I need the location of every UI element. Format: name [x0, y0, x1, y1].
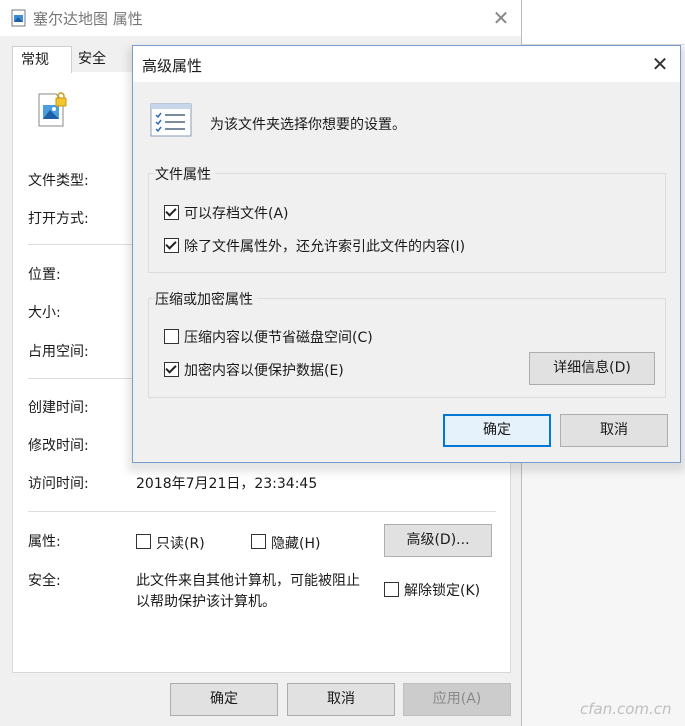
unblock-label[interactable]: 解除锁定(K) — [404, 580, 480, 600]
background-window-strip — [521, 0, 685, 45]
apply-button[interactable]: 应用(A) — [403, 683, 511, 716]
tab-security[interactable]: 安全 — [70, 46, 132, 72]
properties-titlebar: 塞尔达地图 属性 ✕ — [0, 0, 521, 36]
accessed-label: 访问时间: — [28, 476, 89, 492]
dialog-title: 高级属性 — [142, 57, 203, 75]
details-button[interactable]: 详细信息(D) — [529, 352, 655, 385]
close-icon[interactable]: ✕ — [645, 49, 675, 79]
attributes-label: 属性: — [28, 534, 61, 550]
checklist-icon — [150, 103, 192, 137]
tab-general[interactable]: 常规 — [12, 46, 72, 73]
hidden-label[interactable]: 隐藏(H) — [271, 533, 320, 553]
size-label: 大小: — [28, 305, 61, 321]
advanced-attributes-dialog: 高级属性 ✕ 为该文件夹选择你想要的设置。 文件属性 可以存档文件(A) 除了文… — [132, 45, 681, 463]
created-label: 创建时间: — [28, 400, 89, 416]
location-label: 位置: — [28, 267, 61, 283]
archive-label[interactable]: 可以存档文件(A) — [184, 203, 289, 223]
ok-button[interactable]: 确定 — [170, 683, 278, 716]
close-icon[interactable]: ✕ — [486, 3, 516, 33]
encrypt-checkbox[interactable] — [164, 362, 179, 377]
compress-checkbox[interactable] — [164, 329, 179, 344]
dialog-description: 为该文件夹选择你想要的设置。 — [210, 117, 406, 133]
unblock-checkbox[interactable] — [384, 582, 399, 597]
index-checkbox[interactable] — [164, 238, 179, 253]
window-title: 塞尔达地图 属性 — [33, 10, 143, 28]
watermark: cfan.com.cn — [580, 700, 672, 718]
file-attributes-group — [148, 173, 666, 273]
divider — [28, 511, 496, 512]
file-attributes-group-title: 文件属性 — [155, 164, 215, 184]
dialog-cancel-button[interactable]: 取消 — [560, 414, 668, 447]
dialog-ok-button[interactable]: 确定 — [443, 414, 551, 447]
cancel-button[interactable]: 取消 — [287, 683, 395, 716]
size-on-disk-label: 占用空间: — [28, 344, 89, 360]
modified-label: 修改时间: — [28, 438, 89, 454]
encrypt-label[interactable]: 加密内容以便保护数据(E) — [184, 360, 344, 380]
dialog-titlebar: 高级属性 ✕ — [133, 46, 680, 82]
security-text-line2: 以帮助保护该计算机。 — [136, 594, 276, 610]
security-text-line1: 此文件来自其他计算机，可能被阻止 — [136, 573, 360, 589]
security-label: 安全: — [28, 573, 61, 589]
readonly-checkbox[interactable] — [136, 534, 151, 549]
open-with-label: 打开方式: — [28, 211, 89, 227]
compress-encrypt-group-title: 压缩或加密属性 — [155, 289, 257, 309]
file-type-label: 文件类型: — [28, 173, 89, 189]
image-file-lock-icon — [38, 92, 67, 127]
readonly-label[interactable]: 只读(R) — [156, 533, 205, 553]
accessed-value: 2018年7月21日，23:34:45 — [136, 476, 318, 492]
index-label[interactable]: 除了文件属性外，还允许索引此文件的内容(I) — [184, 236, 465, 256]
archive-checkbox[interactable] — [164, 205, 179, 220]
image-file-icon — [11, 9, 26, 27]
compress-label[interactable]: 压缩内容以便节省磁盘空间(C) — [184, 327, 373, 347]
hidden-checkbox[interactable] — [251, 534, 266, 549]
advanced-button[interactable]: 高级(D)... — [384, 524, 492, 557]
